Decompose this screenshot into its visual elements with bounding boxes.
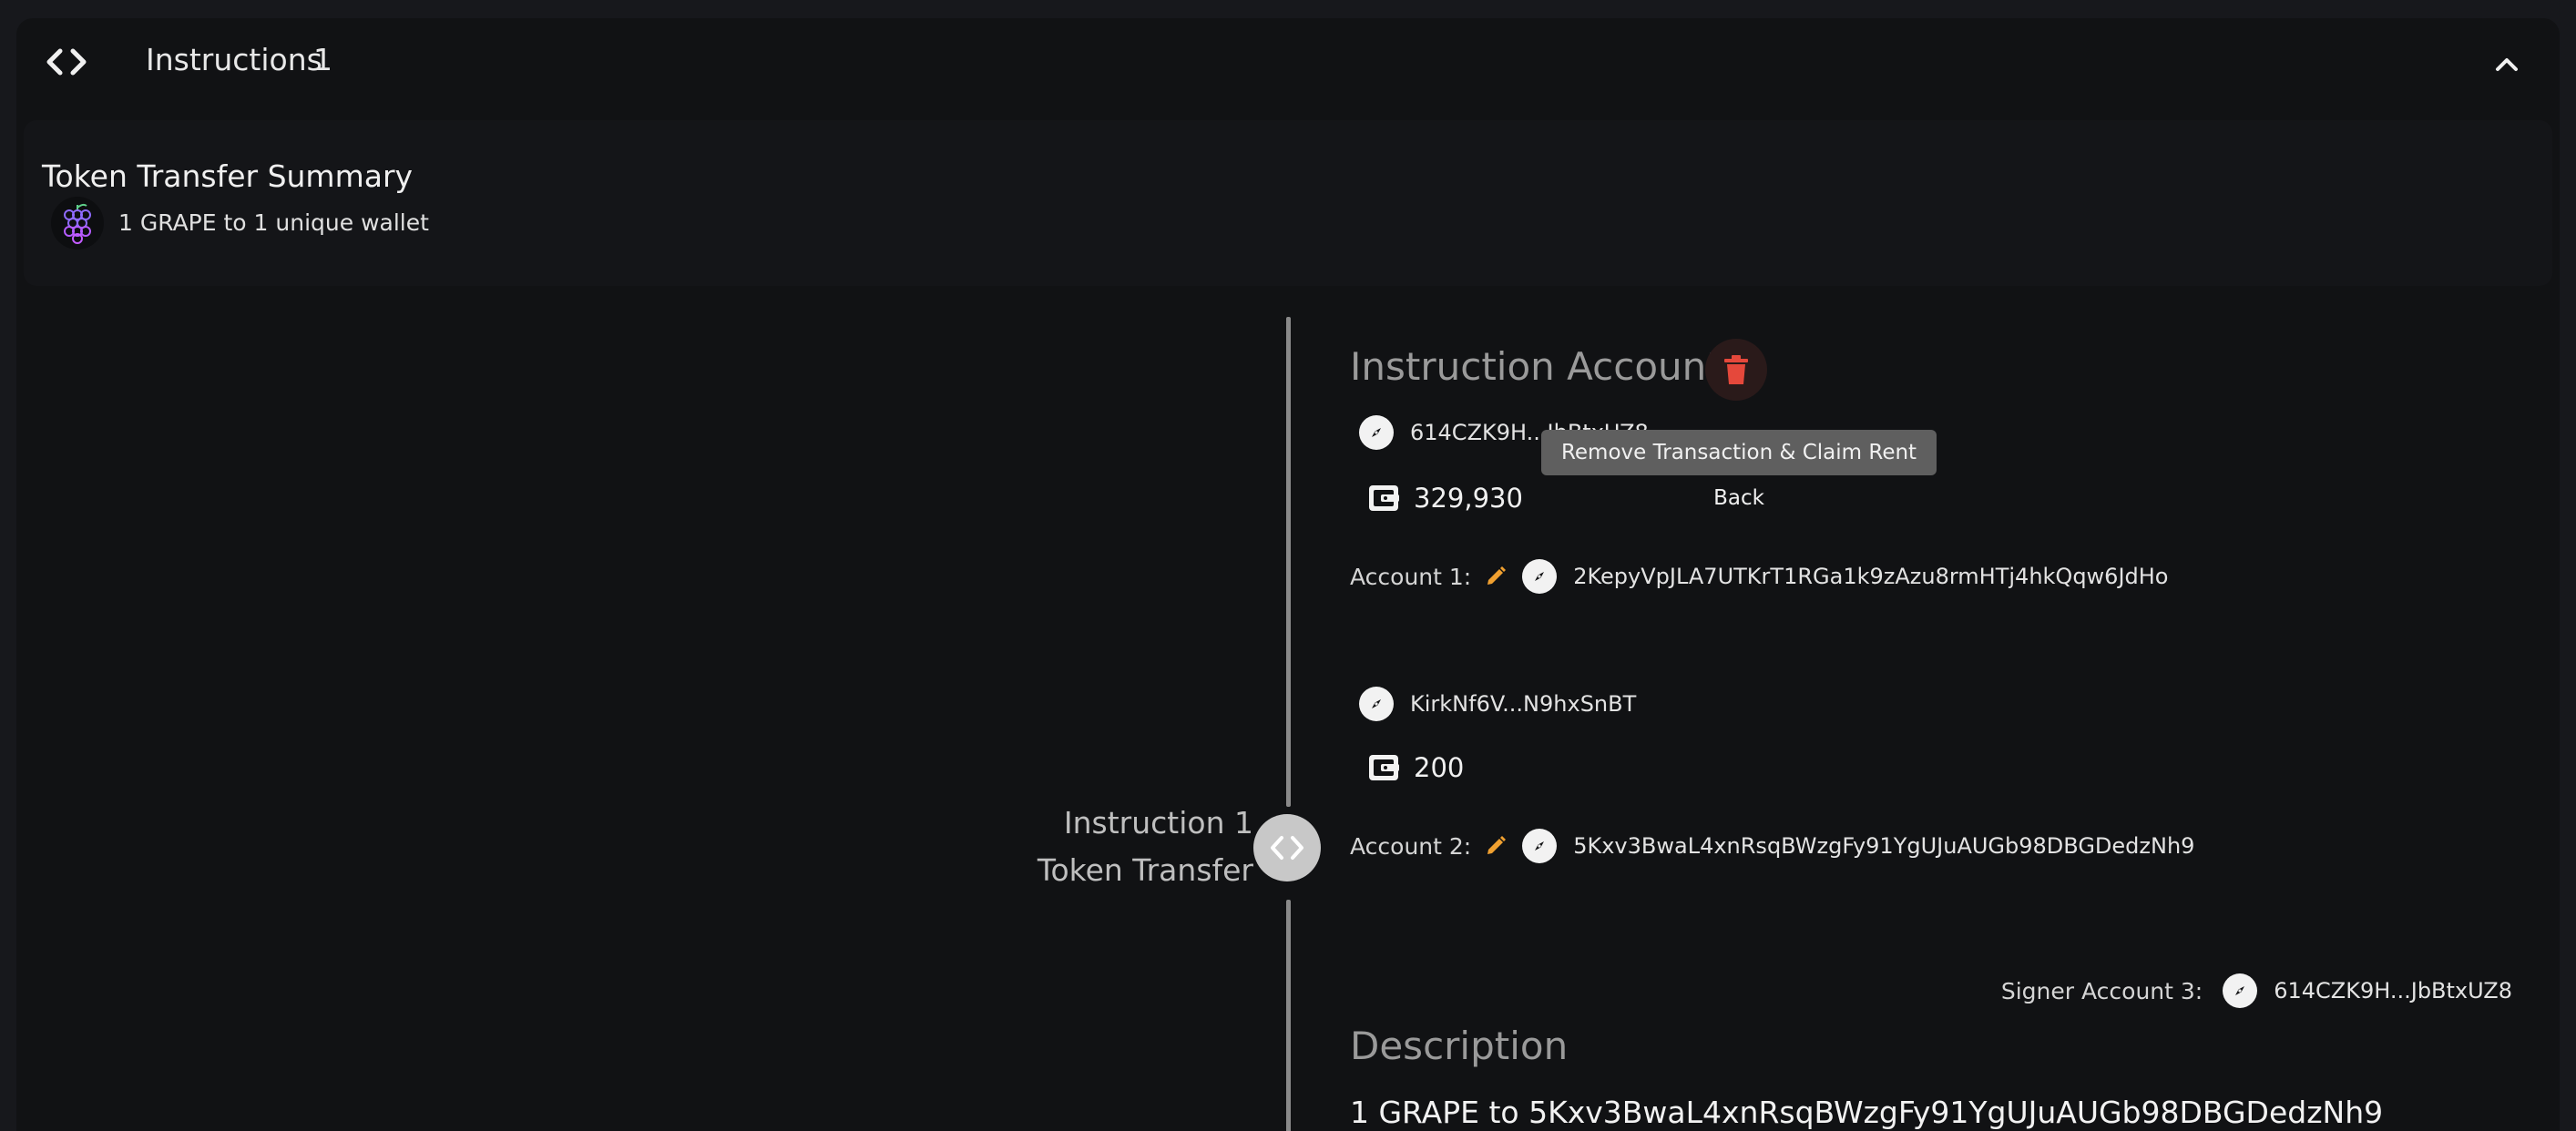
account-1-balance: 329,930: [1414, 483, 1523, 514]
account-2-address[interactable]: 5Kxv3BwaL4xnRsqBWzgFy91YgUJuAUGb98DBGDed…: [1573, 833, 2194, 859]
summary-title: Token Transfer Summary: [42, 158, 414, 194]
explorer-compass-icon[interactable]: [1359, 415, 1394, 450]
remove-transaction-button[interactable]: [1705, 339, 1767, 401]
account-2-owner-row: KirkNf6V...N9hxSnBT: [1359, 687, 1636, 721]
signer-account-address[interactable]: 614CZK9H...JbBtxUZ8: [2274, 978, 2512, 1004]
description-text: 1 GRAPE to 5Kxv3BwaL4xnRsqBWzgFy91YgUJuA…: [1350, 1095, 2384, 1130]
timeline-connector-top: [1286, 317, 1291, 807]
explorer-compass-icon[interactable]: [1522, 559, 1558, 594]
explorer-compass-icon[interactable]: [2223, 973, 2258, 1008]
account-2-label: Account 2:: [1350, 832, 1472, 860]
trash-icon: [1724, 355, 1748, 384]
code-icon: [1271, 836, 1303, 860]
grape-icon: [51, 197, 104, 250]
wallet-icon: [1369, 485, 1399, 511]
chevron-up-icon[interactable]: [2489, 46, 2525, 82]
instructions-header[interactable]: Instructions 1: [16, 18, 2560, 107]
pencil-icon[interactable]: [1484, 834, 1508, 858]
code-icon: [46, 48, 87, 76]
instruction-accounts-title: Instruction Accounts: [1350, 344, 1742, 389]
instruction-index-label: Instruction 1: [1063, 805, 1253, 841]
instructions-count: 1: [313, 42, 332, 77]
description-title: Description: [1350, 1024, 1569, 1068]
timeline-connector-bottom: [1286, 900, 1291, 1131]
account-2-row: Account 2: 5Kxv3BwaL4xnRsqBWzgFy91YgUJuA…: [1350, 829, 2194, 863]
account-1-address[interactable]: 2KepyVpJLA7UTKrT1RGa1k9zAzu8rmHTj4hkQqw6…: [1573, 564, 2168, 589]
account-2-balance-row: 200: [1368, 752, 1464, 783]
instruction-type-label: Token Transfer: [1037, 852, 1253, 888]
instructions-title: Instructions: [146, 42, 322, 77]
token-transfer-summary: Token Transfer Summary 1 GRAPE to 1 uniq…: [24, 120, 2552, 286]
explorer-compass-icon[interactable]: [1359, 687, 1394, 721]
account-1-row: Account 1: 2KepyVpJLA7UTKrT1RGa1k9zAzu8r…: [1350, 559, 2169, 594]
summary-line: 1 GRAPE to 1 unique wallet: [118, 209, 429, 236]
explorer-compass-icon[interactable]: [1522, 829, 1558, 863]
signer-account-row: Signer Account 3: 614CZK9H...JbBtxUZ8: [2001, 973, 2512, 1008]
account-2-balance: 200: [1414, 752, 1465, 783]
pencil-icon[interactable]: [1484, 565, 1508, 588]
account-1-balance-row: 329,930: [1368, 483, 1523, 514]
remove-transaction-tooltip: Remove Transaction & Claim Rent Back: [1541, 430, 1937, 510]
account-2-owner-address[interactable]: KirkNf6V...N9hxSnBT: [1410, 691, 1636, 717]
signer-account-label: Signer Account 3:: [2000, 977, 2203, 1004]
wallet-icon: [1369, 755, 1399, 780]
instructions-panel: Instructions 1 Token Transfer Summary 1 …: [16, 18, 2560, 1131]
instruction-node-code-icon[interactable]: [1253, 814, 1321, 881]
account-1-label: Account 1:: [1350, 563, 1472, 590]
